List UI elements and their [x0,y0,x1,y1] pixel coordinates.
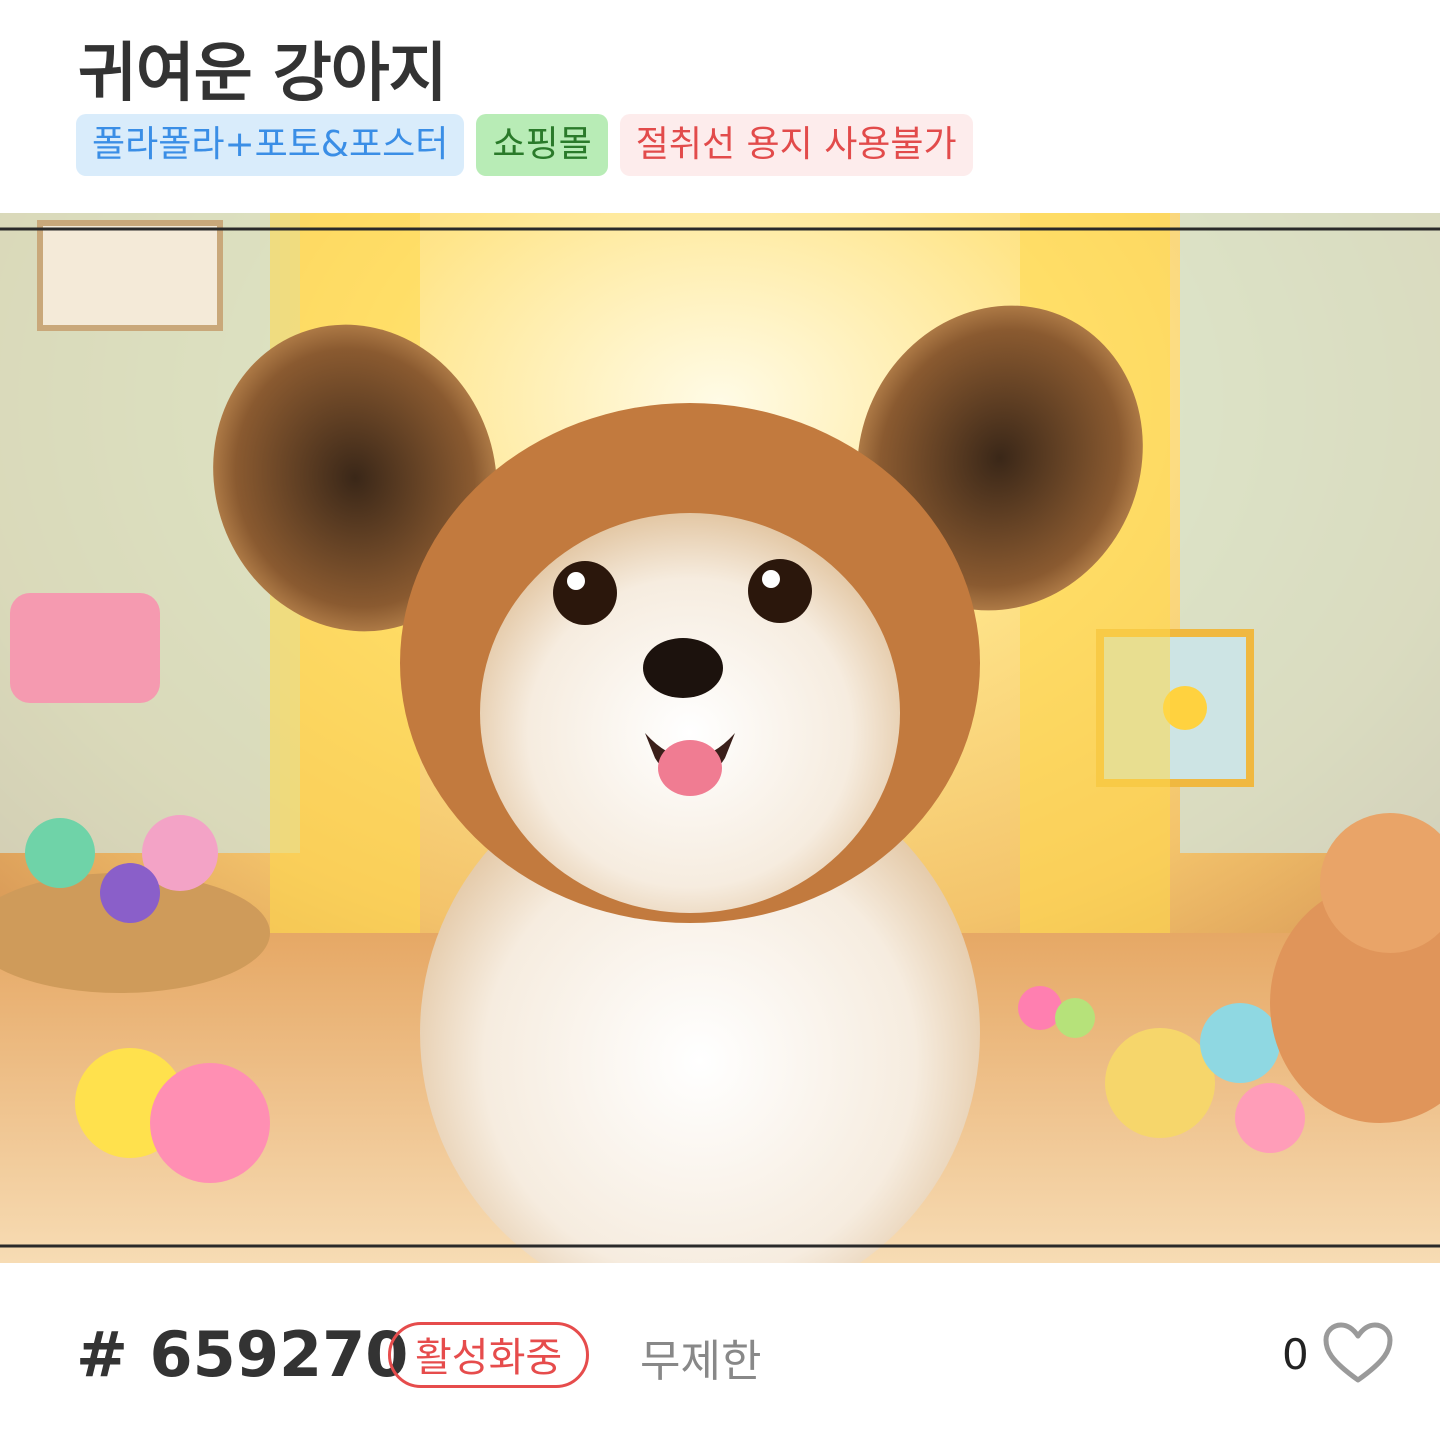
tag-product-type: 폴라폴라+포토&포스터 [76,114,465,176]
heart-icon[interactable] [1322,1322,1394,1386]
item-number: # 659270 [76,1318,409,1391]
duration-label: 무제한 [640,1336,762,1387]
status-badge: 활성화중 [388,1322,590,1388]
tag-shopping-mall: 쇼핑몰 [476,114,608,176]
tag-paper-warning: 절취선 용지 사용불가 [619,114,973,176]
puppy-illustration [0,213,1440,1263]
page-title: 귀여운 강아지 [78,37,448,111]
like-count: 0 [1282,1330,1309,1379]
product-image[interactable] [0,213,1440,1263]
tag-list: 폴라폴라+포토&포스터 쇼핑몰 절취선 용지 사용불가 [76,114,973,176]
